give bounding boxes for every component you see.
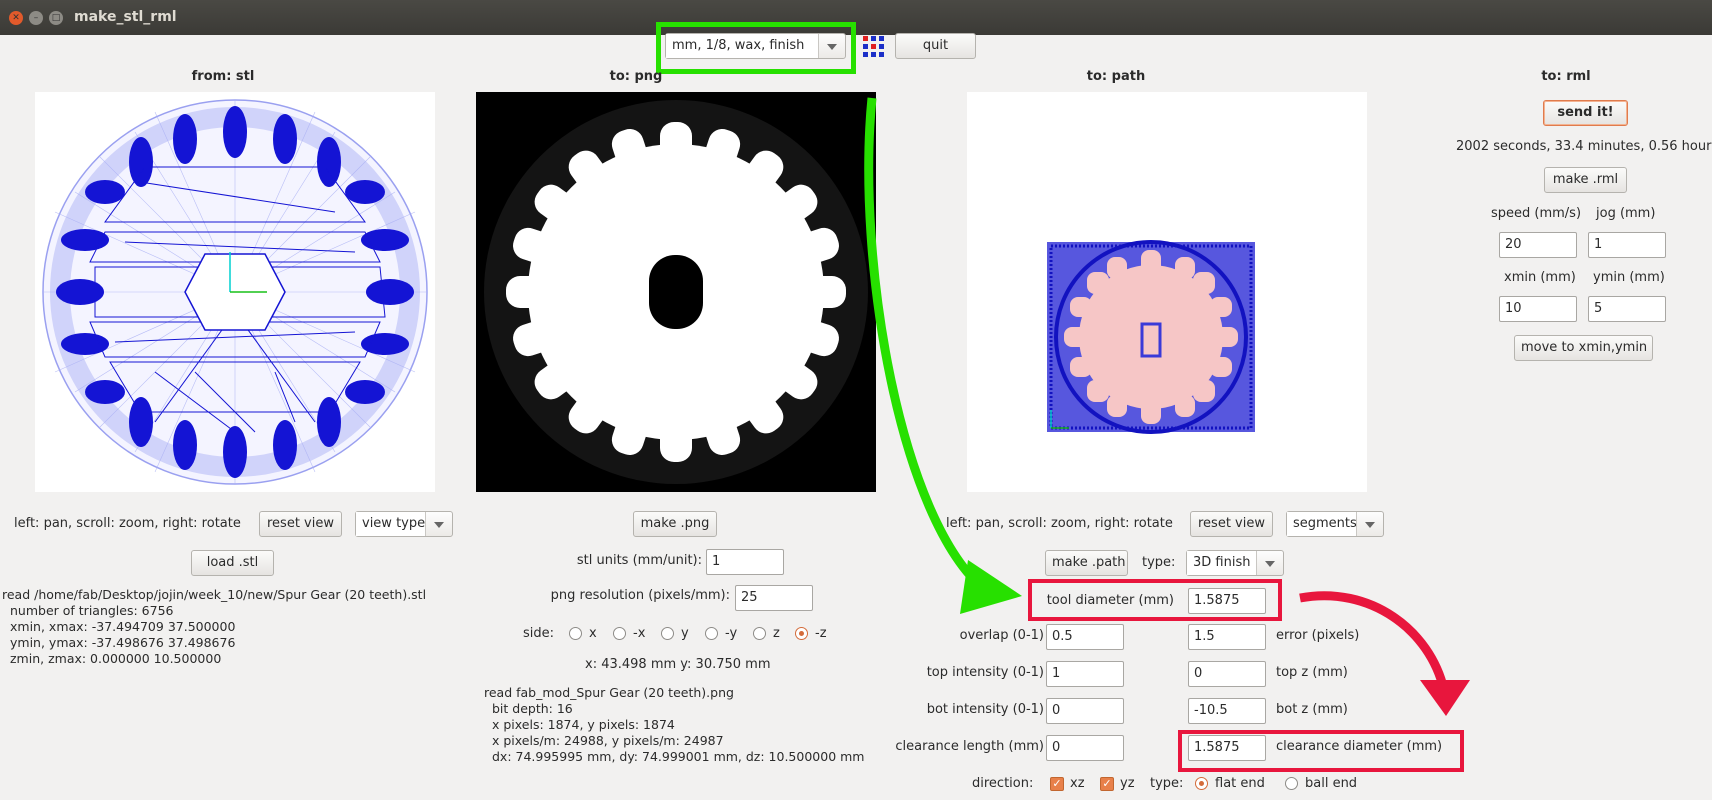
red-arrow-curve	[1299, 591, 1449, 692]
green-arrow-curve	[864, 97, 988, 594]
red-arrow-head	[1420, 680, 1470, 716]
green-arrow-head	[960, 560, 1022, 614]
annotation-arrows	[864, 97, 1470, 716]
